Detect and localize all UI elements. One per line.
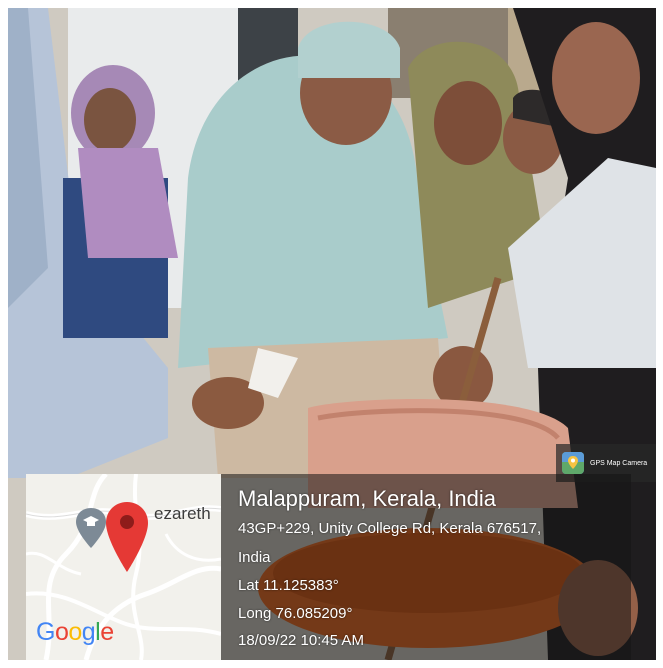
address-line-2: India bbox=[238, 549, 271, 566]
address-line-1: 43GP+229, Unity College Rd, Kerala 67651… bbox=[238, 520, 542, 537]
date-time-text: 18/09/22 10:45 AM bbox=[238, 632, 364, 649]
map-place-label: ezareth bbox=[154, 504, 211, 523]
gps-map-camera-icon bbox=[562, 452, 584, 474]
location-pin-icon bbox=[106, 502, 148, 572]
latitude-text: Lat 11.125383° bbox=[238, 577, 339, 594]
photo-frame: GPS Map Camera ezareth Google Malappuram… bbox=[8, 8, 656, 660]
location-title: Malappuram, Kerala, India bbox=[238, 486, 497, 511]
gps-camera-badge-label: GPS Map Camera bbox=[590, 459, 648, 467]
google-logo: Google bbox=[36, 618, 114, 646]
location-map-thumbnail: ezareth Google bbox=[26, 474, 221, 660]
longitude-text: Long 76.085209° bbox=[238, 605, 353, 622]
school-poi-icon bbox=[76, 508, 106, 548]
